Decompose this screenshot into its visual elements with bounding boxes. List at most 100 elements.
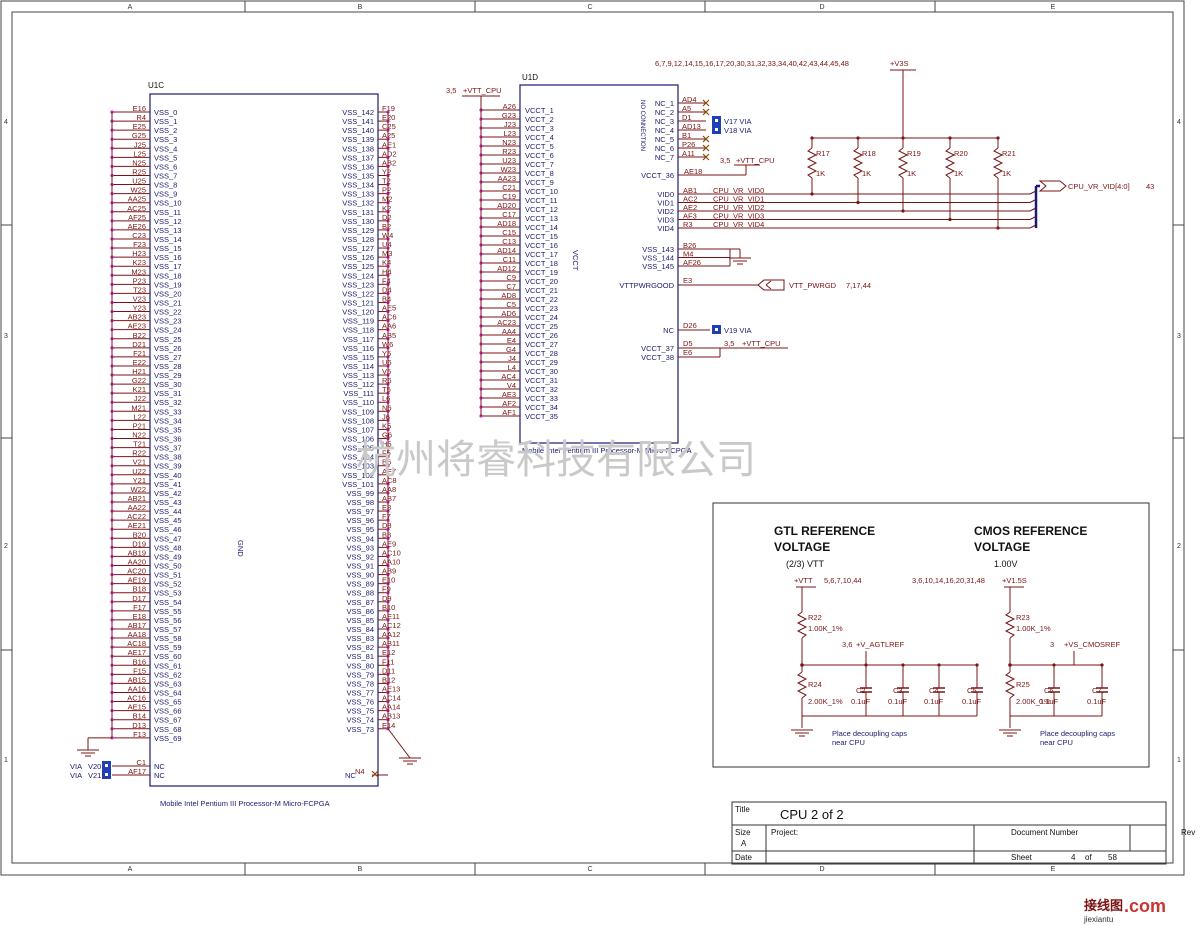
vid-signal: VID4 xyxy=(657,224,674,233)
resistor-icon xyxy=(796,671,808,699)
u1c-pin-number: M21 xyxy=(131,403,146,412)
u1c-ref: U1C xyxy=(148,81,164,90)
zone-col-top: B xyxy=(358,4,363,11)
u1d-pin-number: AD14 xyxy=(497,246,516,255)
u1d-nc-signal: NC_7 xyxy=(655,153,674,162)
u1d-pwrgd-net: VTT_PWRGD xyxy=(789,281,837,290)
u1d-pin-number: U23 xyxy=(502,156,516,165)
u1c-pin-signal: VSS_61 xyxy=(154,661,182,670)
u1c-pin-number: AA14 xyxy=(382,703,400,712)
u1c-pin-number: D9 xyxy=(382,594,392,603)
u1d-pin-number: AF1 xyxy=(502,408,516,417)
u1d-pin-number: AF2 xyxy=(502,399,516,408)
u1d-pin-signal: VCCT_8 xyxy=(525,169,554,178)
junction-dot xyxy=(856,200,860,205)
u1d-nc-signal: NC_2 xyxy=(655,108,674,117)
u1c-pin-number: E14 xyxy=(382,721,395,730)
u1c-pin-signal: VSS_54 xyxy=(154,598,182,607)
u1c-pin-signal: VSS_81 xyxy=(346,652,374,661)
u1c-pin-signal: VSS_50 xyxy=(154,562,182,571)
u1c-pin-number: AA10 xyxy=(382,558,400,567)
resistor-value: 1K xyxy=(1002,169,1011,178)
u1c-pin-number: AC20 xyxy=(127,567,146,576)
u1c-pin-signal: VSS_21 xyxy=(154,298,182,307)
title-label: Title xyxy=(735,805,750,814)
u1c-pin-number: C23 xyxy=(132,231,146,240)
u1c-pin-signal: VSS_130 xyxy=(342,217,374,226)
u1c-pin-signal: VSS_28 xyxy=(154,362,182,371)
capacitor-value: 0.1uF xyxy=(1039,697,1059,706)
u1c-pin-signal: VSS_140 xyxy=(342,126,374,135)
u1d-pin-signal: VCCT_16 xyxy=(525,241,558,250)
u1d-vcct37-signal: VCCT_37 xyxy=(641,344,674,353)
u1c-pin-signal: VSS_78 xyxy=(346,679,374,688)
u1c-pin-signal: VSS_110 xyxy=(343,398,374,407)
u1d-pin-signal: VCCT_20 xyxy=(525,277,558,286)
u1d-pin-signal: VCCT_7 xyxy=(525,160,554,169)
u1c-pin-number: M3 xyxy=(382,249,392,258)
u1c-part-label: Mobile Intel Pentium III Processor-M Mic… xyxy=(160,799,330,808)
u1c-pin-signal: VSS_134 xyxy=(342,181,374,190)
u1c-pin-number: AC6 xyxy=(382,313,397,322)
u1c-pin-number: U6 xyxy=(382,358,392,367)
vid-net: CPU_VR_VID4 xyxy=(713,220,764,229)
u1c-pin-number: AB23 xyxy=(128,313,146,322)
gtl-circuit: +VTT 5,6,7,10,44 R22 1.00K_1% 3,6 +V_AGTLREF R… xyxy=(791,576,983,747)
u1c-pin-number: AE21 xyxy=(128,521,146,530)
cmos-ref-net: +VS_CMOSREF xyxy=(1064,640,1120,649)
u1c-pin-signal: VSS_11 xyxy=(154,208,181,217)
u1c-pin-signal: VSS_116 xyxy=(343,344,374,353)
via-icon xyxy=(105,773,108,776)
cmos-ref-net-refs: 3 xyxy=(1050,640,1054,649)
u1c-pin-number: G22 xyxy=(132,376,146,385)
u1c-pin-signal: VSS_56 xyxy=(154,616,182,625)
u1d-center-label: VCCT xyxy=(571,250,580,271)
u1c-pin-signal: VSS_2 xyxy=(154,126,177,135)
u1c-pin-signal: VSS_23 xyxy=(154,317,182,326)
u1c-pin-number: D11 xyxy=(382,666,395,675)
u1c-pin-signal: VSS_139 xyxy=(342,135,374,144)
via-label: V19 VIA xyxy=(724,326,752,335)
u1c-pin-signal: VSS_5 xyxy=(154,153,177,162)
zone-col-top: C xyxy=(587,4,592,11)
u1c-pin-signal: VSS_43 xyxy=(154,498,182,507)
u1c-pin-signal: VSS_82 xyxy=(346,643,374,652)
u1d-nc-pin: D26 xyxy=(683,321,697,330)
junction-dot xyxy=(901,209,905,213)
u1c-pin-number: N25 xyxy=(132,158,146,167)
u1c-pin-signal: VSS_79 xyxy=(346,670,374,679)
junction-dot xyxy=(948,136,952,140)
u1d-pin-number: J23 xyxy=(504,120,516,129)
u1c-pin-number: AC22 xyxy=(127,512,146,521)
u1d-pin-number: AE3 xyxy=(502,390,516,399)
u1c-pin-signal: VSS_75 xyxy=(346,707,374,716)
junction-dot xyxy=(864,663,868,667)
u1c-pin-signal: VSS_49 xyxy=(154,552,182,561)
u1d-pin-number: AA23 xyxy=(498,174,516,183)
u1c-pin-signal: VSS_73 xyxy=(346,725,374,734)
u1d-pin-signal: VCCT_15 xyxy=(525,232,558,241)
u1c-pin-number: D19 xyxy=(132,539,146,548)
u1d-nc-pin: A5 xyxy=(682,104,691,113)
junction-dot xyxy=(1100,663,1104,667)
u1d-pin-signal: VCCT_21 xyxy=(525,286,558,295)
u1c-pin-number: B22 xyxy=(133,331,146,340)
u1d-pin-number: AD20 xyxy=(497,201,516,210)
zone-row-right: 1 xyxy=(1177,757,1181,764)
junction-dot xyxy=(901,136,905,140)
u1d-pin-signal: VCCT_33 xyxy=(525,394,558,403)
u1c-pin-number: AA20 xyxy=(128,558,146,567)
u1c-pin-signal: VSS_76 xyxy=(346,698,374,707)
resistor-ref: R20 xyxy=(954,149,968,158)
u1d-pin-signal: VCCT_9 xyxy=(525,178,554,187)
u1c-center-label: GND xyxy=(236,540,245,557)
capacitor-value: 0.1uF xyxy=(924,697,944,706)
via-icon xyxy=(715,119,718,122)
zone-col-bottom: A xyxy=(128,866,133,873)
u1c-pin-number: B18 xyxy=(133,585,146,594)
u1c-pin-number: F19 xyxy=(382,104,395,113)
u1c-pin-number: F17 xyxy=(133,603,146,612)
u1c-pin-signal: VSS_84 xyxy=(346,625,374,634)
u1d-pin-number: C5 xyxy=(506,300,516,309)
u1c-pin-number: W25 xyxy=(131,186,146,195)
